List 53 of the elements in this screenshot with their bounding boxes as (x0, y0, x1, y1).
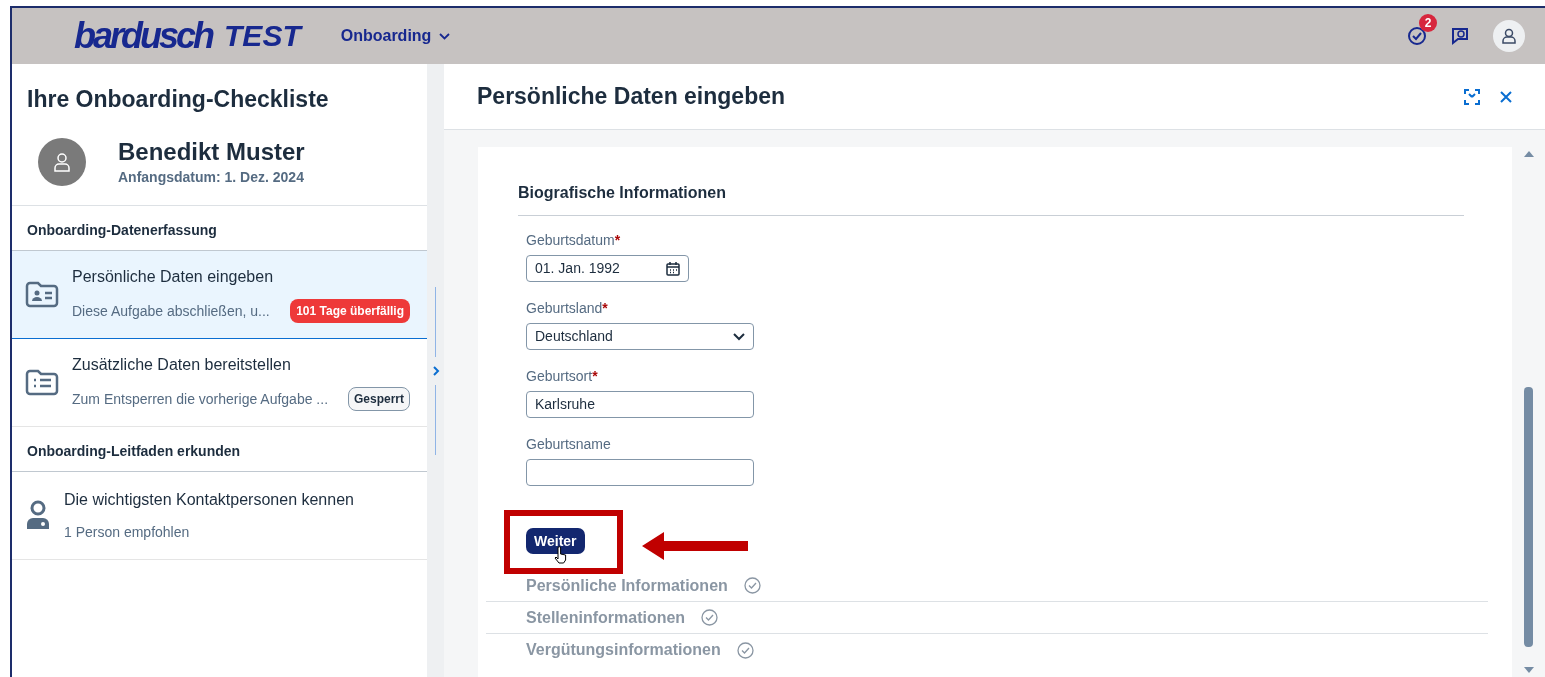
field-label: Geburtsort (526, 367, 593, 386)
group-title: Onboarding-Datenerfassung (27, 220, 217, 240)
field-label: Geburtsdatum (526, 231, 615, 250)
check-circle-icon (701, 609, 719, 626)
item-subtitle: 1 Person empfohlen (64, 522, 190, 542)
text-field[interactable]: Karlsruhe (526, 391, 754, 418)
start-date: Anfangsdatum: 1. Dez. 2024 (118, 167, 305, 187)
section-title: Biografische Informationen (518, 181, 1464, 216)
field-label: Geburtsland (526, 299, 603, 318)
notification-badge: 2 (1419, 14, 1437, 32)
item-subtitle: Zum Entsperren die vorherige Aufgabe ... (72, 389, 329, 409)
task-title: Persönliche Daten eingeben (477, 82, 786, 112)
chevron-down-icon (439, 32, 451, 40)
user-avatar[interactable] (1493, 20, 1525, 52)
group-title: Onboarding-Leitfaden erkunden (27, 441, 241, 461)
item-subtitle: Diese Aufgabe abschließen, u... (72, 301, 270, 321)
check-circle-icon (736, 641, 754, 659)
onboarding-menu[interactable]: Onboarding (340, 24, 451, 48)
logo-suffix: TEST (224, 21, 301, 51)
person-icon (25, 500, 51, 530)
date-field[interactable]: 01. Jan. 1992 (526, 255, 689, 282)
required-mark: * (614, 231, 621, 250)
status-badge: 101 Tage überfällig (290, 299, 410, 323)
chat-bubble-icon[interactable] (1449, 26, 1471, 46)
chevron-down-icon (733, 332, 745, 341)
item-title: Persönliche Daten eingeben (72, 267, 275, 287)
scroll-down-icon[interactable] (1523, 667, 1534, 673)
person-icon (54, 152, 70, 172)
person-icon (1502, 28, 1516, 44)
checklist-item[interactable]: Persönliche Daten eingeben Diese Aufgabe abschließen, u... 101 Tage überfällig (12, 250, 427, 339)
scrollbar-thumb[interactable] (1524, 387, 1533, 647)
contact-card-icon (25, 280, 59, 308)
checklist-title: Ihre Onboarding-Checkliste (26, 85, 330, 114)
field-label: Geburtsname (526, 435, 611, 454)
required-mark: * (602, 299, 608, 318)
fullscreen-icon[interactable] (1464, 88, 1480, 105)
item-title: Die wichtigsten Kontaktpersonen kennen (64, 489, 355, 510)
item-title: Zusätzliche Daten bereitstellen (72, 355, 292, 375)
country-select[interactable]: Deutschland (526, 323, 754, 350)
expand-chevron-icon[interactable] (431, 364, 440, 377)
status-badge: Gesperrt (347, 387, 410, 411)
logo-text: bardusch (74, 18, 213, 54)
hand-cursor-icon (554, 546, 568, 564)
check-circle-icon (743, 577, 761, 594)
folder-list-icon (25, 368, 59, 396)
scroll-up-icon[interactable] (1523, 151, 1534, 157)
calendar-icon[interactable] (666, 261, 680, 276)
person-name: Benedikt Muster (118, 136, 305, 167)
required-mark: * (592, 367, 598, 386)
close-icon[interactable] (1500, 90, 1512, 103)
text-field[interactable] (526, 459, 754, 486)
next-button[interactable]: Weiter (526, 528, 585, 554)
task-check-icon[interactable] (1407, 26, 1427, 46)
